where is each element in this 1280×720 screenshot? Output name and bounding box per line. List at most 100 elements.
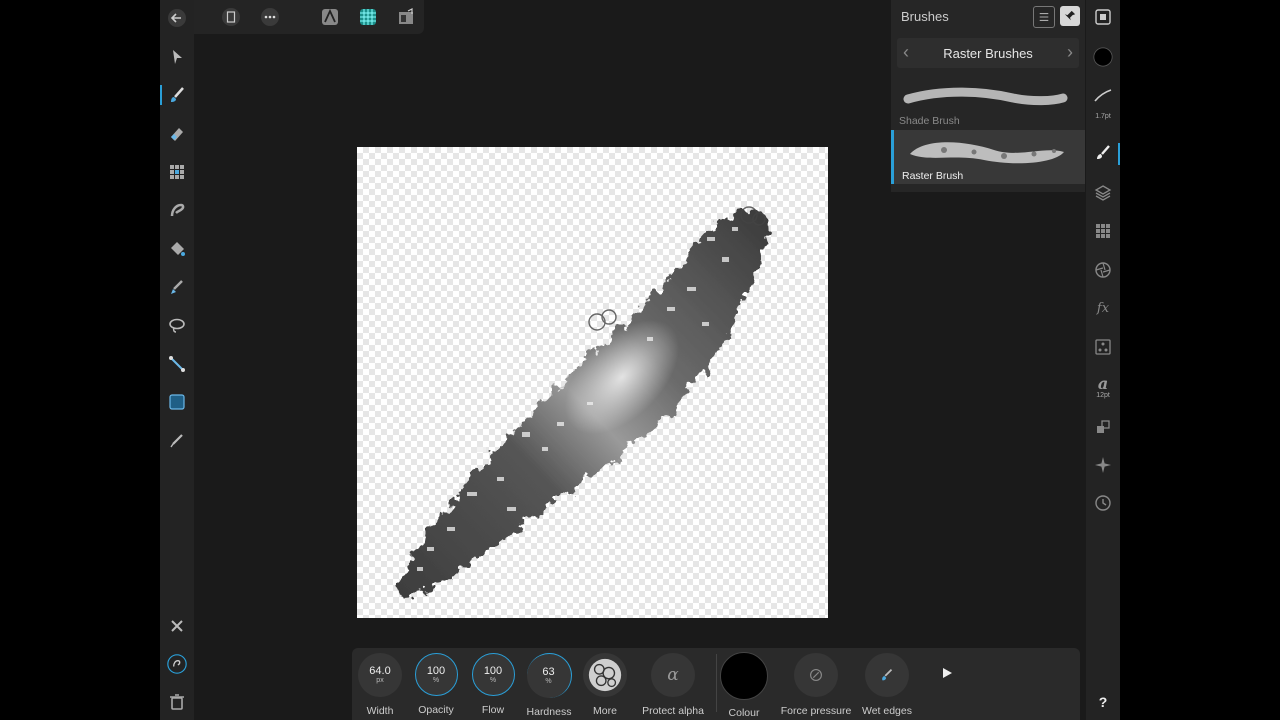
width-value: 64.0	[369, 665, 391, 677]
document-button[interactable]	[219, 5, 243, 29]
paint-brush-icon	[171, 87, 184, 102]
smudge-tool[interactable]	[164, 197, 190, 223]
gradient-line-icon	[169, 356, 185, 372]
flow-unit: %	[489, 676, 497, 684]
undo-button[interactable]	[164, 651, 190, 677]
delete-button[interactable]	[164, 689, 190, 715]
colour-label: Colour	[728, 707, 760, 719]
hardness-knob[interactable]: 63 %	[526, 653, 572, 698]
grid-icon	[1096, 224, 1110, 238]
grid-squares-icon	[170, 165, 184, 179]
brush-stroke-button[interactable]	[1090, 82, 1116, 108]
colour-swatch[interactable]	[720, 652, 768, 700]
hardness-value: 63	[542, 666, 555, 678]
wet-edges-toggle[interactable]	[865, 653, 909, 697]
clock-icon	[1095, 495, 1111, 511]
eraser-icon	[171, 128, 183, 141]
styles-icon	[1095, 339, 1111, 355]
navigator-toggle[interactable]	[1090, 4, 1116, 30]
more-options-button[interactable]	[258, 5, 282, 29]
document-icon	[222, 8, 240, 26]
brush-category-label: Raster Brushes	[943, 45, 1033, 61]
width-control[interactable]: 64.0 px Width	[350, 653, 410, 717]
compass-star-icon	[1095, 457, 1111, 473]
flow-control[interactable]: 100 % Flow	[463, 653, 523, 716]
panel-title: Brushes	[901, 8, 949, 24]
brush-size-label: 1.7pt	[1095, 113, 1111, 120]
layers-icon	[1094, 185, 1112, 201]
crop-tool[interactable]	[164, 389, 190, 415]
liquify-persona-button[interactable]	[356, 5, 380, 29]
brush-item-raster[interactable]: Raster Brush	[891, 130, 1085, 184]
channels-panel-toggle[interactable]	[1090, 218, 1116, 244]
history-panel-toggle[interactable]	[1090, 490, 1116, 516]
close-icon	[171, 620, 183, 632]
freehand-selection-tool[interactable]	[164, 313, 190, 339]
gradient-tool[interactable]	[164, 351, 190, 377]
flood-fill-tool[interactable]	[164, 236, 190, 262]
list-icon	[1039, 13, 1049, 21]
width-label: Width	[366, 705, 394, 717]
brushes-panel: Brushes ‹ Raster Brushes › Shade Brush R…	[891, 0, 1085, 192]
pin-panel-button[interactable]	[1060, 6, 1080, 26]
adjustments-panel-toggle[interactable]	[1090, 257, 1116, 283]
panel-menu-button[interactable]	[1033, 6, 1055, 28]
transform-panel-toggle[interactable]	[1090, 414, 1116, 440]
protect-alpha-control[interactable]: α Protect alpha	[642, 653, 704, 717]
undo-icon	[167, 654, 187, 674]
colour-control[interactable]: Colour	[714, 652, 774, 719]
hardness-control[interactable]: 63 % Hardness	[519, 653, 579, 718]
move-tool[interactable]	[164, 44, 190, 70]
pressure-icon	[810, 669, 822, 681]
flow-knob[interactable]: 100 %	[471, 653, 515, 696]
wet-brush-icon	[882, 668, 893, 681]
brush-item-shade[interactable]: Shade Brush	[891, 75, 1085, 129]
smudge-icon	[170, 203, 185, 217]
colour-swatch-button[interactable]	[1090, 44, 1116, 70]
crop-box-icon	[169, 394, 185, 410]
effects-panel-toggle[interactable]: fx	[1090, 295, 1116, 321]
affinity-app: Brushes ‹ Raster Brushes › Shade Brush R…	[160, 0, 1120, 720]
width-knob[interactable]: 64.0 px	[358, 653, 402, 697]
photo-persona-button[interactable]	[318, 5, 342, 29]
alpha-icon: α	[667, 665, 679, 685]
next-category-icon[interactable]: ›	[1067, 42, 1073, 63]
brush-item-label: Shade Brush	[899, 115, 960, 127]
export-persona-button[interactable]	[394, 5, 418, 29]
force-pressure-toggle[interactable]	[794, 653, 838, 697]
layers-panel-toggle[interactable]	[1090, 180, 1116, 206]
paint-brush-tool[interactable]	[160, 82, 190, 108]
prev-category-icon[interactable]: ‹	[903, 42, 909, 63]
snapping-toggle[interactable]	[1090, 452, 1116, 478]
styles-panel-toggle[interactable]	[1090, 334, 1116, 360]
colour-picker-tool[interactable]	[164, 274, 190, 300]
more-control[interactable]: More	[575, 653, 635, 717]
more-button[interactable]	[583, 653, 627, 697]
close-button[interactable]	[164, 613, 190, 639]
brushes-panel-toggle[interactable]	[1090, 140, 1116, 166]
brush-icon	[1097, 145, 1110, 159]
opacity-control[interactable]: 100 % Opacity	[406, 653, 466, 716]
eyedropper-icon	[170, 434, 183, 448]
protect-alpha-toggle[interactable]: α	[651, 653, 695, 697]
colour-circle-icon	[1093, 47, 1113, 67]
pixel-selection-tool[interactable]	[164, 159, 190, 185]
document-canvas[interactable]	[357, 147, 828, 618]
fx-icon: fx	[1096, 300, 1110, 316]
erase-tool[interactable]	[164, 120, 190, 146]
force-pressure-label: Force pressure	[780, 705, 852, 717]
brush-category-selector[interactable]: ‹ Raster Brushes ›	[897, 38, 1079, 68]
active-panel-indicator	[1118, 143, 1120, 165]
affinity-persona-icon	[322, 8, 338, 25]
eyedropper-tool[interactable]	[164, 428, 190, 454]
opacity-knob[interactable]: 100 %	[414, 653, 458, 696]
mesh-grid-icon	[360, 9, 376, 25]
dropper-brush-icon	[171, 280, 183, 294]
wet-edges-control[interactable]: Wet edges	[854, 653, 920, 717]
help-button[interactable]: ?	[1090, 689, 1116, 715]
force-pressure-control[interactable]: Force pressure	[776, 653, 856, 717]
width-unit: px	[376, 677, 384, 684]
navigator-frame-icon	[1095, 9, 1111, 25]
back-button[interactable]	[164, 5, 190, 31]
expand-toolbar-arrow-icon[interactable]	[940, 666, 954, 680]
